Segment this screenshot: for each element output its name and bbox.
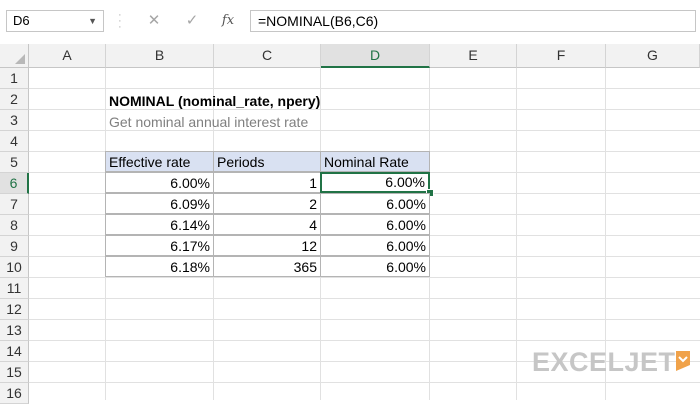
table-cell[interactable]: 6.09% <box>105 193 214 214</box>
table-header-periods[interactable]: Periods <box>213 151 321 172</box>
table-cell[interactable]: 6.00% <box>320 193 430 214</box>
row-header-9[interactable]: 9 <box>0 236 29 257</box>
formula-bar-grip: · · · <box>118 9 122 33</box>
exceljet-logo: EXCELJET <box>532 347 690 377</box>
table-cell[interactable]: 6.00% <box>320 214 430 235</box>
gridline <box>29 277 700 278</box>
row-header-4[interactable]: 4 <box>0 131 29 152</box>
row-header-1[interactable]: 1 <box>0 68 29 89</box>
gridline <box>29 319 700 320</box>
table-cell[interactable]: 6.18% <box>105 256 214 277</box>
row-header-8[interactable]: 8 <box>0 215 29 236</box>
row-header-10[interactable]: 10 <box>0 257 29 278</box>
logo-mark-icon <box>676 351 690 371</box>
formula-bar-buttons: ✕ ✓ fx <box>140 10 248 32</box>
column-header-d[interactable]: D <box>321 44 430 68</box>
table-cell[interactable]: 4 <box>213 214 321 235</box>
table-cell[interactable]: 12 <box>213 235 321 256</box>
table-cell[interactable]: 365 <box>213 256 321 277</box>
table-cell[interactable]: 1 <box>213 172 321 193</box>
sheet-subtitle[interactable]: Get nominal annual interest rate <box>109 112 308 132</box>
table-header-effective-rate[interactable]: Effective rate <box>105 151 214 172</box>
row-header-16[interactable]: 16 <box>0 383 29 404</box>
row-header-7[interactable]: 7 <box>0 194 29 215</box>
gridline <box>29 88 700 89</box>
select-all-corner[interactable] <box>0 44 29 68</box>
row-header-2[interactable]: 2 <box>0 89 29 110</box>
chevron-down-icon[interactable]: ▼ <box>88 11 97 31</box>
gridline <box>516 68 517 400</box>
row-header-5[interactable]: 5 <box>0 152 29 173</box>
row-header-12[interactable]: 12 <box>0 299 29 320</box>
sheet-title[interactable]: NOMINAL (nominal_rate, npery) <box>109 91 320 111</box>
row-header-14[interactable]: 14 <box>0 341 29 362</box>
cancel-icon[interactable]: ✕ <box>144 10 164 32</box>
column-header-c[interactable]: C <box>214 44 321 68</box>
gridline <box>29 298 700 299</box>
column-header-g[interactable]: G <box>606 44 700 68</box>
name-box-value: D6 <box>13 13 30 28</box>
table-cell[interactable]: 6.00% <box>105 172 214 193</box>
table-cell[interactable]: 6.17% <box>105 235 214 256</box>
logo-text: EXCELJET <box>532 347 676 377</box>
column-header-e[interactable]: E <box>430 44 517 68</box>
table-header-nominal-rate[interactable]: Nominal Rate <box>320 151 430 172</box>
table-cell[interactable]: 2 <box>213 193 321 214</box>
column-header-b[interactable]: B <box>106 44 214 68</box>
row-header-15[interactable]: 15 <box>0 362 29 383</box>
name-box[interactable]: D6 ▼ <box>6 10 104 32</box>
insert-function-icon[interactable]: fx <box>218 10 238 32</box>
row-header-13[interactable]: 13 <box>0 320 29 341</box>
column-header-f[interactable]: F <box>517 44 606 68</box>
table-cell[interactable]: 6.00% <box>320 256 430 277</box>
row-header-6[interactable]: 6 <box>0 173 29 194</box>
formula-input[interactable]: =NOMINAL(B6,C6) <box>250 10 696 32</box>
gridline <box>29 382 700 383</box>
enter-icon[interactable]: ✓ <box>182 10 202 32</box>
table-cell[interactable]: 6.00% <box>320 235 430 256</box>
table-cell[interactable]: 6.14% <box>105 214 214 235</box>
formula-bar: D6 ▼ · · · ✕ ✓ fx =NOMINAL(B6,C6) <box>0 0 700 44</box>
gridline <box>29 340 700 341</box>
row-header-3[interactable]: 3 <box>0 110 29 131</box>
select-all-triangle-icon <box>15 54 25 64</box>
row-header-11[interactable]: 11 <box>0 278 29 299</box>
active-cell-d6[interactable]: 6.00% <box>320 172 430 193</box>
column-header-a[interactable]: A <box>29 44 106 68</box>
